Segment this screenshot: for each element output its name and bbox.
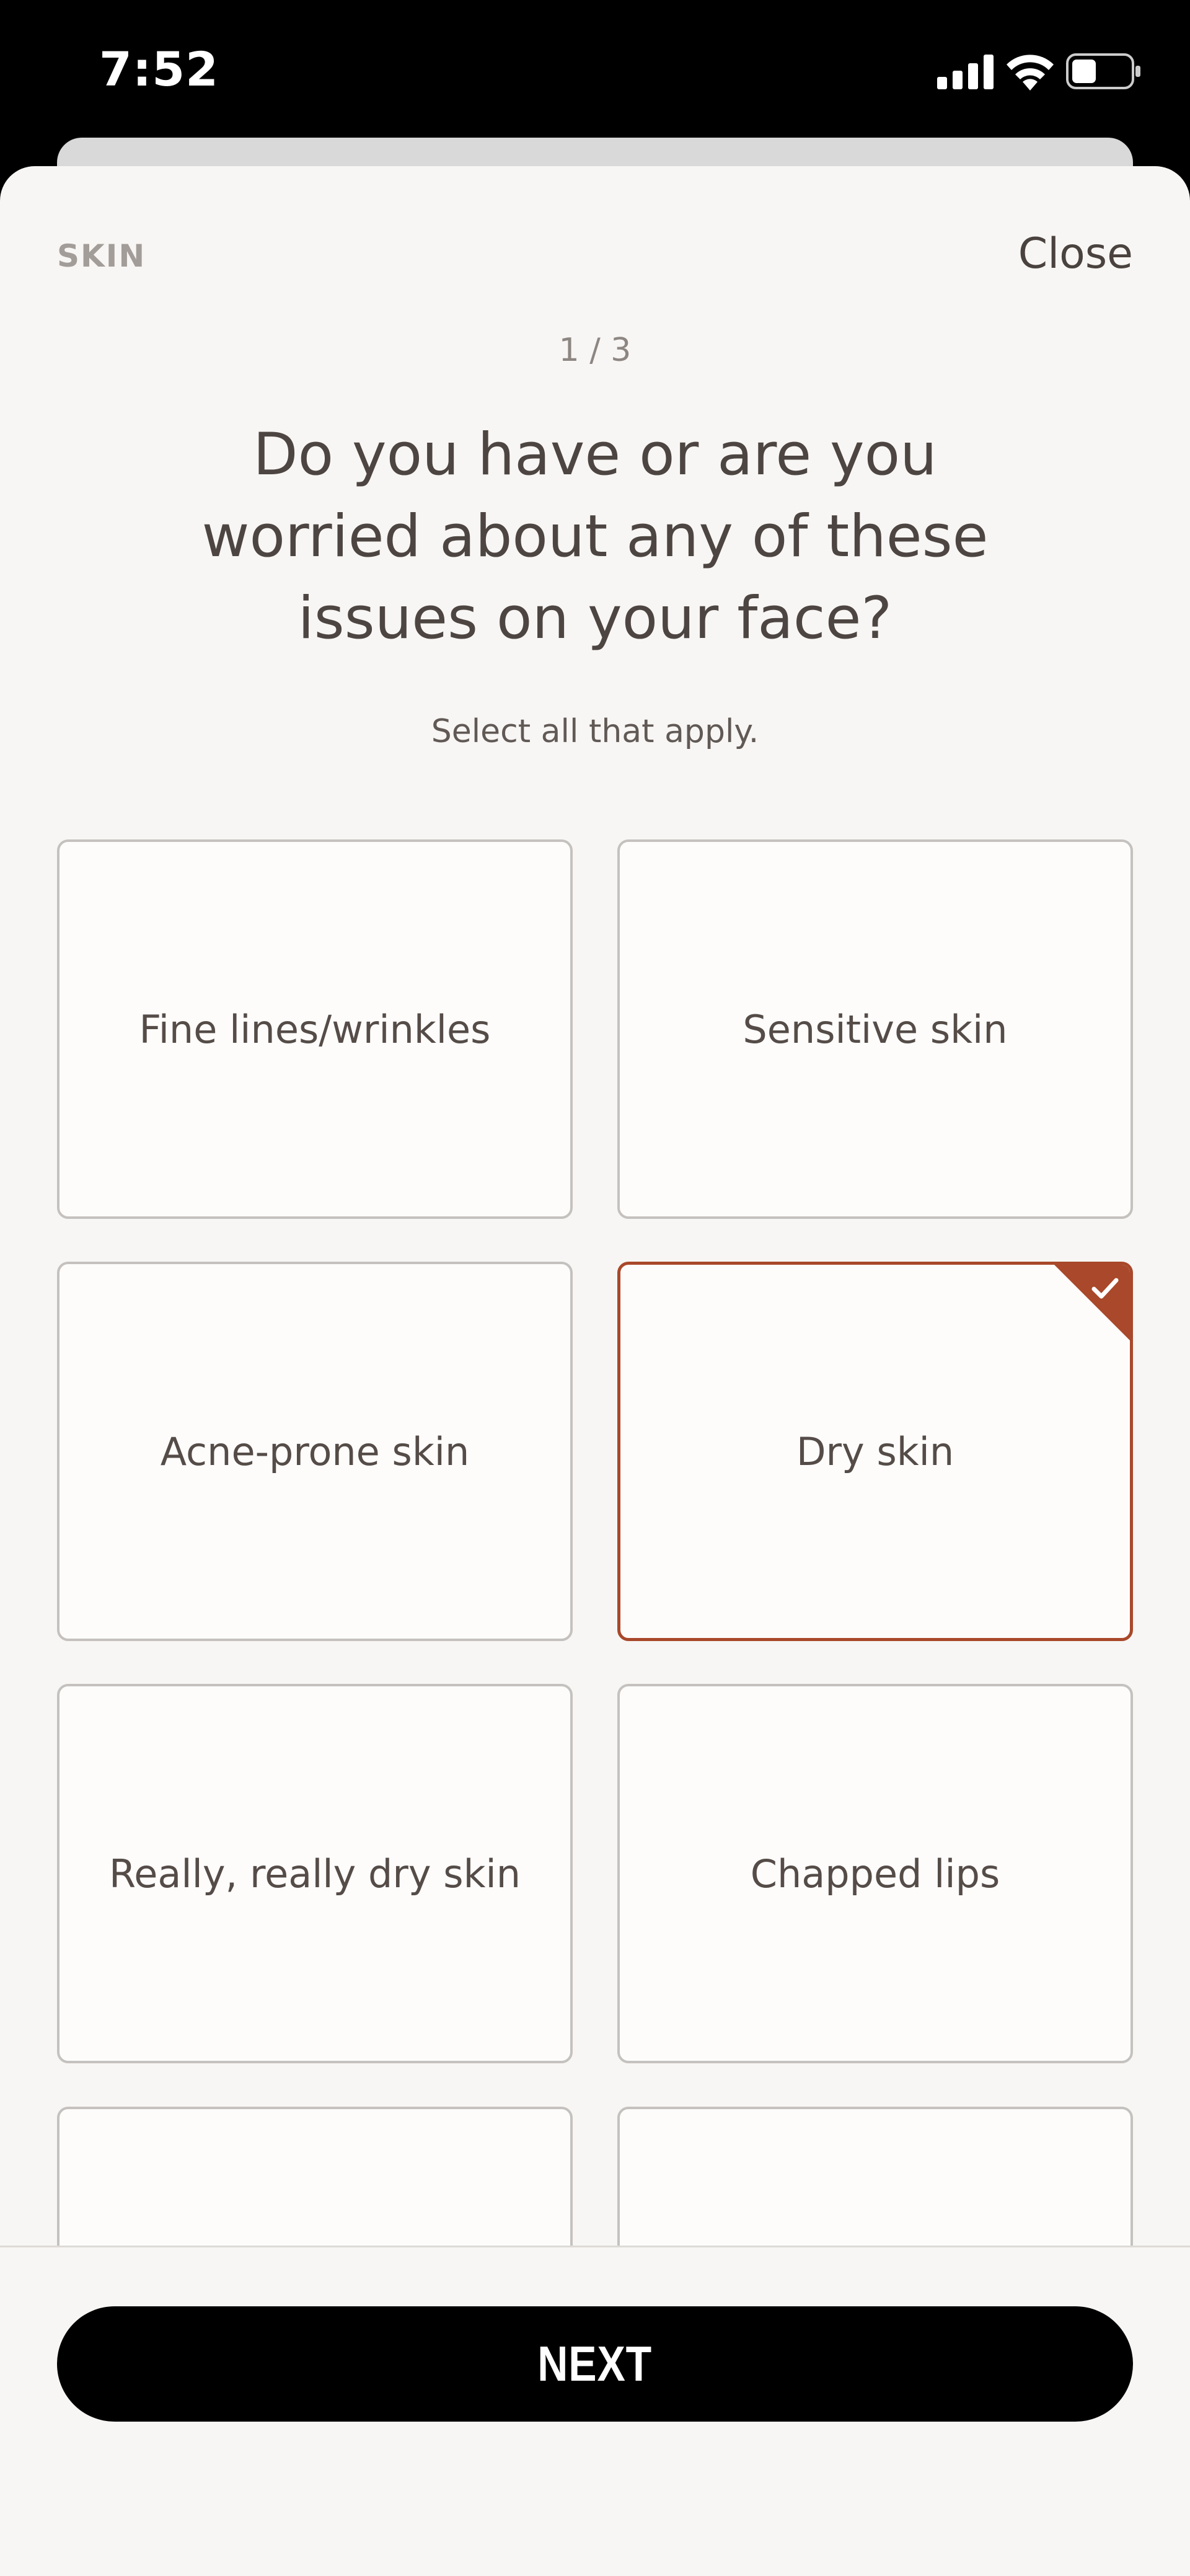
option-acne-prone-skin[interactable]: Acne-prone skin [57,1262,573,1641]
option-chapped-lips[interactable]: Chapped lips [617,1684,1133,2063]
option-label: Really, really dry skin [108,1851,521,1897]
wifi-icon [1007,55,1054,91]
skin-quiz-sheet: SKIN Close 1 / 3 Do you have or are you … [0,166,1190,2576]
option-really-dry-skin[interactable]: Really, really dry skin [57,1684,573,2063]
battery-icon [1066,53,1140,89]
cellular-signal-icon [937,55,994,89]
status-time: 7:52 [99,42,219,97]
step-progress: 1 / 3 [558,332,632,369]
status-bar: 7:52 [0,0,1190,143]
question-title: Do you have or are you worried about any… [201,421,989,652]
close-button[interactable]: Close [1018,223,1133,285]
option-label: Acne-prone skin [160,1428,470,1474]
section-label: SKIN [57,238,146,274]
option-label: Dry skin [796,1428,954,1474]
option-label: Chapped lips [750,1851,1000,1897]
checkmark-icon [1091,1278,1119,1299]
option-dry-skin[interactable]: Dry skin [617,1262,1133,1641]
option-label: Fine lines/wrinkles [139,1006,491,1052]
option-fine-lines[interactable]: Fine lines/wrinkles [57,839,573,1219]
next-button-label: NEXT [537,2336,653,2391]
home-indicator [383,2399,807,2414]
option-label: Sensitive skin [743,1006,1008,1052]
selection-hint: Select all that apply. [431,713,759,750]
option-sensitive-skin[interactable]: Sensitive skin [617,839,1133,1219]
